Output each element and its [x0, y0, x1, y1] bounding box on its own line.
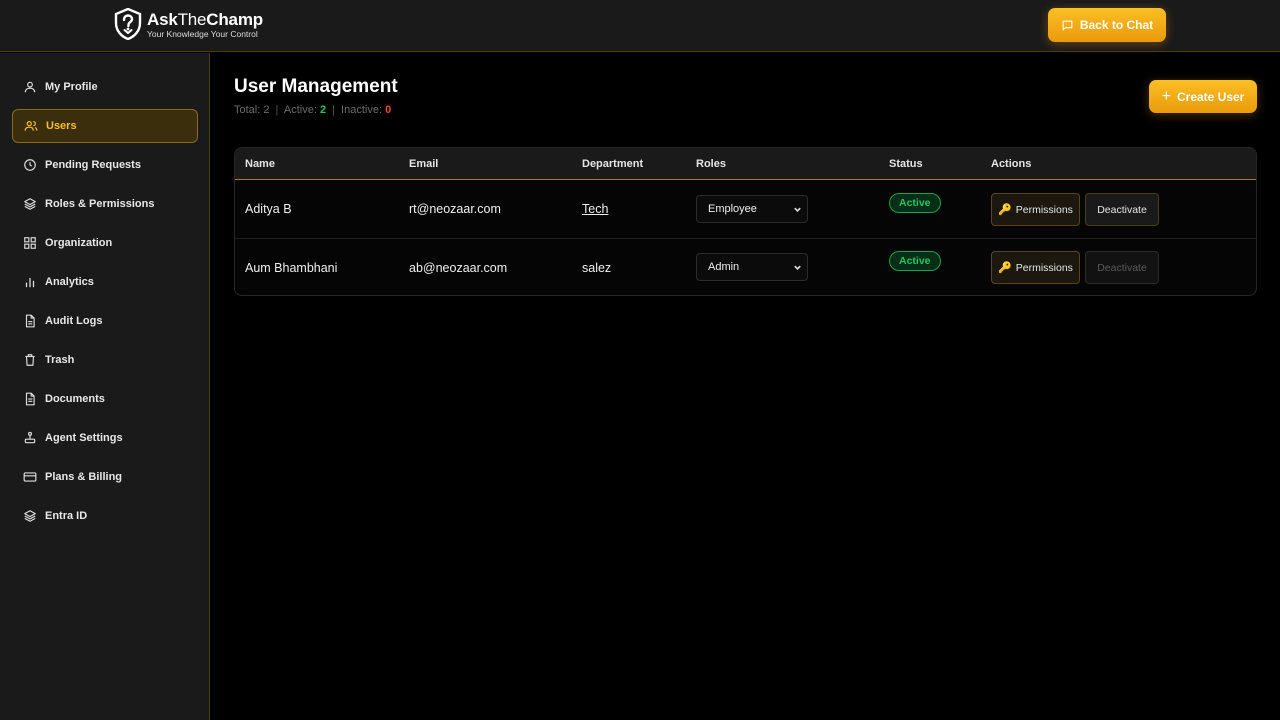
sidebar-item-plans-billing[interactable]: Plans & Billing — [12, 460, 198, 494]
key-icon: 🔑 — [998, 204, 1012, 216]
sidebar-item-label: Entra ID — [45, 510, 88, 522]
active-label: Active: — [283, 104, 317, 116]
status-badge: Active — [889, 193, 941, 213]
role-select[interactable]: Employee — [696, 195, 808, 223]
sidebar-item-my-profile[interactable]: My Profile — [12, 70, 198, 104]
plus-icon: + — [1161, 87, 1171, 105]
key-icon: 🔑 — [998, 262, 1012, 274]
brand-logo[interactable]: AskTheChamp Your Knowledge Your Control — [114, 8, 263, 40]
user-stats: Total: 2 | Active: 2 | Inactive: 0 — [234, 104, 392, 116]
sidebar-item-label: Plans & Billing — [45, 471, 123, 483]
chevron-down-icon — [794, 265, 801, 270]
active-count: 2 — [319, 104, 327, 116]
sidebar-item-label: Agent Settings — [45, 432, 123, 444]
sidebar-item-pending-requests[interactable]: Pending Requests — [12, 148, 198, 182]
clock-icon — [23, 158, 37, 172]
department-link[interactable]: Tech — [582, 202, 608, 216]
document-icon — [23, 392, 37, 406]
sidebar-item-users[interactable]: Users — [12, 109, 198, 143]
credit-card-icon — [23, 470, 37, 484]
shield-question-icon — [114, 8, 142, 40]
permissions-button[interactable]: 🔑 Permissions — [991, 251, 1080, 284]
layers-icon — [23, 509, 37, 523]
sidebar-item-label: Organization — [45, 237, 113, 249]
back-to-chat-button[interactable]: Back to Chat — [1048, 8, 1166, 42]
user-icon — [23, 80, 37, 94]
sidebar-item-label: Users — [46, 120, 77, 132]
total-label: Total: — [234, 104, 261, 116]
sidebar-item-roles-permissions[interactable]: Roles & Permissions — [12, 187, 198, 221]
department-text: salez — [582, 261, 612, 275]
sidebar-item-agent-settings[interactable]: Agent Settings — [12, 421, 198, 455]
user-email: rt@neozaar.com — [409, 202, 501, 216]
permissions-button[interactable]: 🔑 Permissions — [991, 193, 1080, 226]
role-select[interactable]: Admin — [696, 253, 808, 281]
file-text-icon — [23, 314, 37, 328]
create-user-label: Create User — [1176, 89, 1245, 104]
permissions-label: Permissions — [1015, 203, 1073, 216]
role-select-value: Employee — [708, 203, 757, 215]
page-title: User Management — [234, 76, 398, 97]
brand-name: AskTheChamp — [147, 9, 263, 29]
sidebar-item-analytics[interactable]: Analytics — [12, 265, 198, 299]
permissions-label: Permissions — [1015, 261, 1073, 274]
trash-icon — [23, 353, 37, 367]
top-bar: AskTheChamp Your Knowledge Your Control … — [0, 0, 1280, 52]
message-square-icon — [1062, 20, 1073, 30]
sidebar-item-label: Audit Logs — [45, 315, 103, 327]
sidebar-item-label: Documents — [45, 393, 105, 405]
layers-icon — [23, 197, 37, 211]
sidebar-item-documents[interactable]: Documents — [12, 382, 198, 416]
deactivate-button[interactable]: Deactivate — [1085, 193, 1159, 226]
status-badge: Active — [889, 251, 941, 271]
brand-tagline: Your Knowledge Your Control — [147, 28, 258, 39]
create-user-button[interactable]: + Create User — [1149, 80, 1257, 113]
users-table: Name Email Department Roles Status Actio… — [234, 147, 1257, 296]
sidebar-item-label: Analytics — [45, 276, 94, 288]
sidebar-item-trash[interactable]: Trash — [12, 343, 198, 377]
column-header-name: Name — [245, 158, 275, 170]
sidebar-item-label: Trash — [45, 354, 75, 366]
column-header-email: Email — [409, 158, 439, 170]
sidebar: My Profile Users Pending Requests Roles … — [0, 53, 210, 720]
table-row: Aum Bhambhani ab@neozaar.com salez Admin… — [235, 238, 1256, 295]
user-name: Aum Bhambhani — [245, 261, 338, 275]
sidebar-item-label: Roles & Permissions — [45, 198, 155, 210]
total-count: 2 — [263, 104, 270, 116]
column-header-department: Department — [582, 158, 644, 170]
grid-icon — [23, 236, 37, 250]
column-header-status: Status — [889, 158, 923, 170]
sidebar-item-label: Pending Requests — [45, 159, 141, 171]
column-header-actions: Actions — [991, 158, 1032, 170]
inactive-label: Inactive: — [341, 104, 383, 116]
role-select-value: Admin — [708, 261, 740, 273]
users-icon — [24, 119, 38, 133]
sidebar-item-entra-id[interactable]: Entra ID — [12, 499, 198, 533]
sidebar-item-label: My Profile — [45, 81, 98, 93]
joystick-icon — [23, 431, 37, 445]
bar-chart-icon — [23, 275, 37, 289]
user-email: ab@neozaar.com — [409, 261, 508, 275]
back-to-chat-label: Back to Chat — [1079, 18, 1154, 32]
table-row: Aditya B rt@neozaar.com Tech Employee Ac… — [235, 180, 1256, 238]
column-header-roles: Roles — [696, 158, 726, 170]
inactive-count: 0 — [385, 104, 392, 116]
table-header: Name Email Department Roles Status Actio… — [235, 148, 1256, 180]
chevron-down-icon — [794, 207, 801, 212]
sidebar-item-audit-logs[interactable]: Audit Logs — [12, 304, 198, 338]
user-name: Aditya B — [245, 202, 292, 216]
deactivate-button: Deactivate — [1085, 251, 1159, 284]
sidebar-item-organization[interactable]: Organization — [12, 226, 198, 260]
